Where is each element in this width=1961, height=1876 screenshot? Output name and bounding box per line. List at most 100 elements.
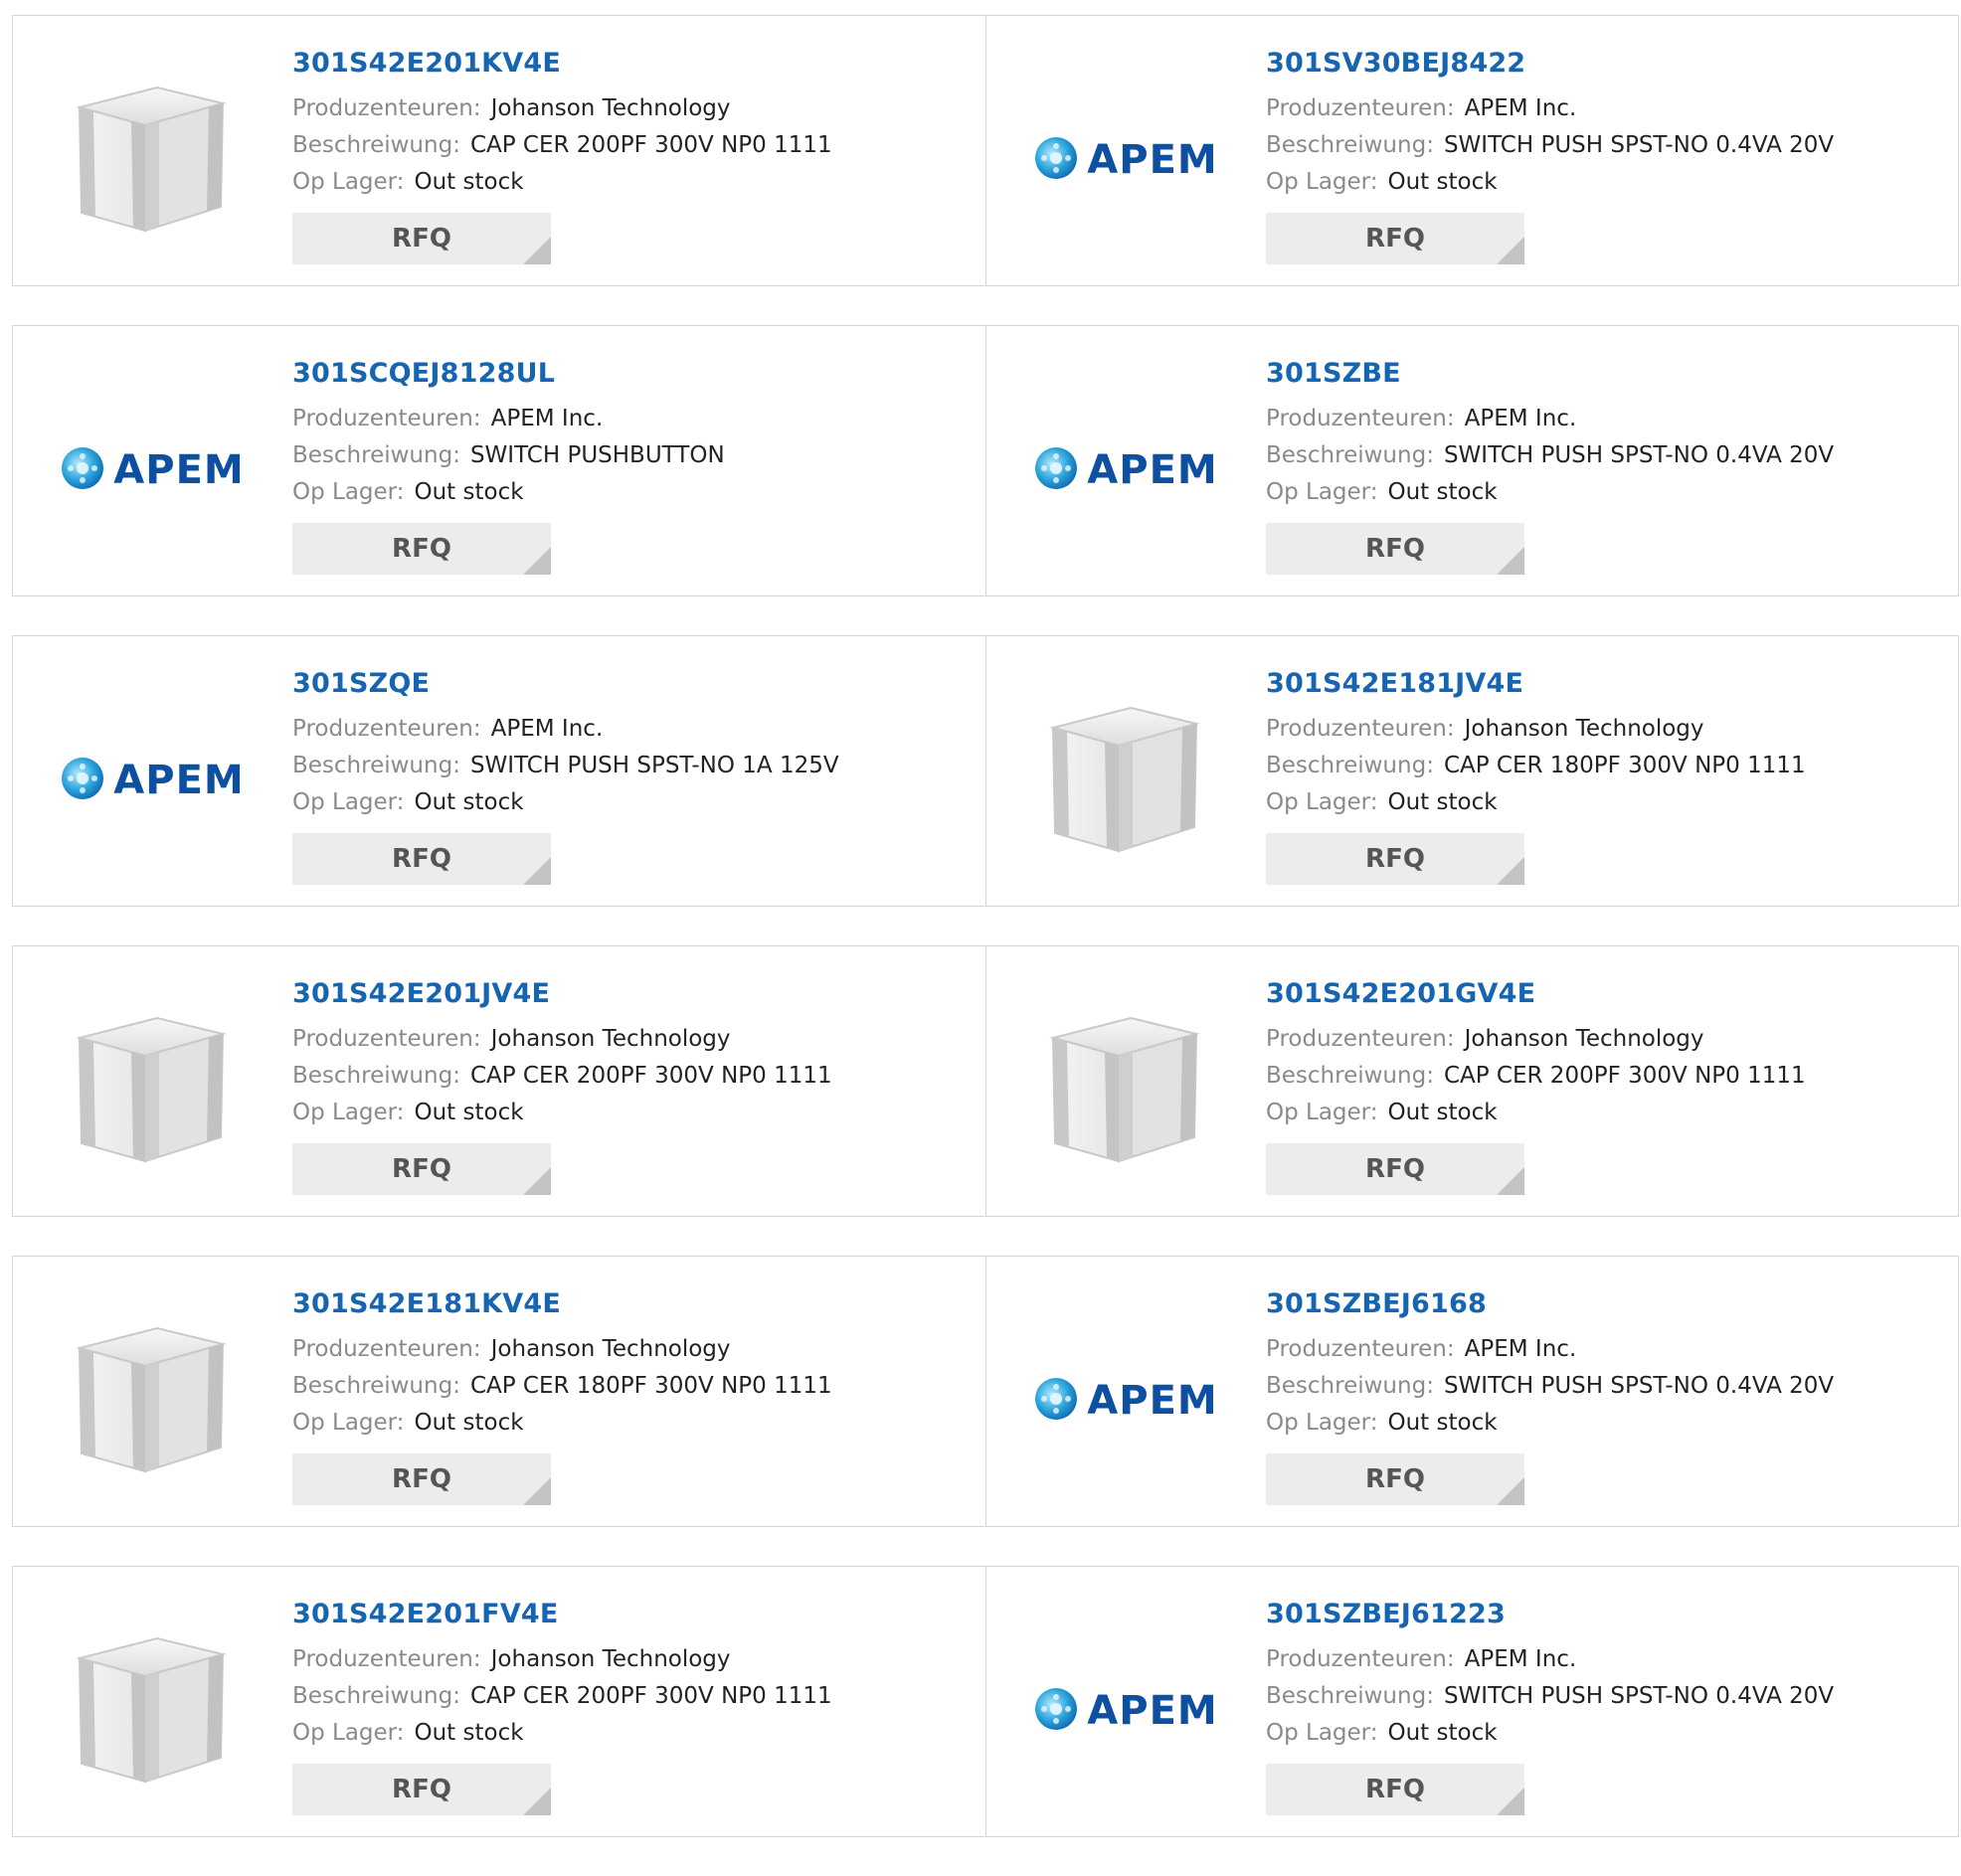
product-thumbnail[interactable]: APEM bbox=[1026, 371, 1225, 570]
stock-line: Op Lager: Out stock bbox=[292, 1095, 976, 1131]
description-label: Beschreiwung: bbox=[292, 1063, 460, 1089]
product-thumbnail[interactable]: APEM bbox=[53, 681, 252, 880]
rfq-button[interactable]: RFQ bbox=[292, 1764, 551, 1815]
corner-triangle-icon bbox=[1497, 237, 1524, 264]
part-number-link[interactable]: 301SCQEJ8128UL bbox=[292, 358, 976, 390]
product-thumbnail[interactable] bbox=[53, 1612, 252, 1810]
product-card: 301S42E201GV4E Produzenteuren: Johanson T… bbox=[985, 946, 1958, 1216]
stock-label: Op Lager: bbox=[1266, 789, 1378, 815]
rfq-button[interactable]: RFQ bbox=[292, 523, 551, 575]
manufacturer-line: Produzenteuren: APEM Inc. bbox=[1266, 1641, 1948, 1678]
rfq-button[interactable]: RFQ bbox=[292, 833, 551, 885]
description-label: Beschreiwung: bbox=[1266, 442, 1434, 468]
apem-logo-text: APEM bbox=[113, 447, 245, 493]
description-label: Beschreiwung: bbox=[292, 1373, 460, 1399]
product-thumbnail[interactable]: APEM bbox=[1026, 1612, 1225, 1810]
description-label: Beschreiwung: bbox=[1266, 1683, 1434, 1709]
rfq-button[interactable]: RFQ bbox=[292, 1453, 551, 1505]
manufacturer-value: APEM Inc. bbox=[490, 406, 604, 431]
apem-logo: APEM bbox=[60, 756, 244, 805]
manufacturer-value: Johanson Technology bbox=[1464, 1026, 1704, 1052]
stock-value: Out stock bbox=[1387, 169, 1498, 195]
product-card: 301S42E201KV4E Produzenteuren: Johanson T… bbox=[13, 16, 985, 285]
part-number-link[interactable]: 301SV30BEJ8422 bbox=[1266, 48, 1948, 80]
rfq-button[interactable]: RFQ bbox=[1266, 833, 1524, 885]
globe-icon bbox=[1033, 1376, 1079, 1426]
product-row: 301S42E201FV4E Produzenteuren: Johanson T… bbox=[12, 1566, 1959, 1837]
rfq-label: RFQ bbox=[392, 224, 451, 254]
description-line: Beschreiwung: SWITCH PUSH SPST-NO 0.4VA 2… bbox=[1266, 1678, 1948, 1715]
rfq-button[interactable]: RFQ bbox=[1266, 213, 1524, 264]
rfq-button[interactable]: RFQ bbox=[1266, 1764, 1524, 1815]
description-value: SWITCH PUSH SPST-NO 0.4VA 20V bbox=[1443, 132, 1835, 158]
rfq-button[interactable]: RFQ bbox=[1266, 523, 1524, 575]
apem-globe-svg bbox=[1035, 137, 1078, 179]
product-thumbnail[interactable]: APEM bbox=[53, 371, 252, 570]
manufacturer-value: APEM Inc. bbox=[1464, 95, 1577, 121]
manufacturer-line: Produzenteuren: Johanson Technology bbox=[1266, 1021, 1948, 1058]
description-line: Beschreiwung: SWITCH PUSH SPST-NO 0.4VA 2… bbox=[1266, 437, 1948, 474]
part-number-link[interactable]: 301S42E201JV4E bbox=[292, 978, 976, 1010]
product-row: 301S42E201KV4E Produzenteuren: Johanson T… bbox=[12, 15, 1959, 286]
product-row: 301S42E181KV4E Produzenteuren: Johanson T… bbox=[12, 1256, 1959, 1527]
description-label: Beschreiwung: bbox=[292, 753, 460, 778]
manufacturer-label: Produzenteuren: bbox=[292, 716, 481, 742]
manufacturer-value: APEM Inc. bbox=[1464, 406, 1577, 431]
stock-value: Out stock bbox=[414, 789, 524, 815]
manufacturer-label: Produzenteuren: bbox=[292, 1336, 481, 1362]
apem-logo: APEM bbox=[1033, 1686, 1217, 1736]
part-number-link[interactable]: 301S42E181JV4E bbox=[1266, 668, 1948, 700]
apem-globe-svg bbox=[1035, 1378, 1078, 1420]
stock-line: Op Lager: Out stock bbox=[1266, 1095, 1948, 1131]
description-line: Beschreiwung: CAP CER 200PF 300V NP0 1111 bbox=[292, 1678, 976, 1715]
rfq-button[interactable]: RFQ bbox=[292, 213, 551, 264]
capacitor-svg bbox=[76, 85, 227, 233]
manufacturer-line: Produzenteuren: APEM Inc. bbox=[1266, 1331, 1948, 1368]
product-card: 301S42E181JV4E Produzenteuren: Johanson T… bbox=[985, 636, 1958, 906]
rfq-button[interactable]: RFQ bbox=[1266, 1143, 1524, 1195]
rfq-label: RFQ bbox=[1365, 844, 1425, 874]
product-thumbnail[interactable] bbox=[53, 1301, 252, 1500]
product-info: 301S42E201JV4E Produzenteuren: Johanson T… bbox=[292, 978, 976, 1195]
part-number-link[interactable]: 301S42E181KV4E bbox=[292, 1288, 976, 1320]
description-label: Beschreiwung: bbox=[292, 442, 460, 468]
rfq-label: RFQ bbox=[1365, 534, 1425, 564]
product-thumbnail[interactable]: APEM bbox=[1026, 61, 1225, 259]
part-number-link[interactable]: 301S42E201GV4E bbox=[1266, 978, 1948, 1010]
rfq-label: RFQ bbox=[1365, 1464, 1425, 1494]
part-number-link[interactable]: 301S42E201FV4E bbox=[292, 1599, 976, 1630]
rfq-label: RFQ bbox=[1365, 1775, 1425, 1804]
product-thumbnail[interactable] bbox=[53, 991, 252, 1190]
product-info: 301SZBEJ6168 Produzenteuren: APEM Inc. Be… bbox=[1266, 1288, 1948, 1505]
rfq-label: RFQ bbox=[1365, 1154, 1425, 1184]
description-label: Beschreiwung: bbox=[1266, 1373, 1434, 1399]
capacitor-svg bbox=[76, 1016, 227, 1163]
product-thumbnail[interactable] bbox=[1026, 991, 1225, 1190]
part-number-link[interactable]: 301SZBEJ6168 bbox=[1266, 1288, 1948, 1320]
manufacturer-line: Produzenteuren: Johanson Technology bbox=[292, 90, 976, 127]
part-number-link[interactable]: 301SZQE bbox=[292, 668, 976, 700]
product-info: 301S42E201KV4E Produzenteuren: Johanson T… bbox=[292, 48, 976, 264]
product-thumbnail[interactable] bbox=[53, 61, 252, 259]
description-line: Beschreiwung: SWITCH PUSHBUTTON bbox=[292, 437, 976, 474]
manufacturer-line: Produzenteuren: APEM Inc. bbox=[292, 711, 976, 748]
part-number-link[interactable]: 301SZBE bbox=[1266, 358, 1948, 390]
description-line: Beschreiwung: CAP CER 180PF 300V NP0 1111 bbox=[292, 1368, 976, 1405]
part-number-link[interactable]: 301SZBEJ61223 bbox=[1266, 1599, 1948, 1630]
product-card: APEM 301SZBEJ6168 Produzenteuren: APEM In… bbox=[985, 1257, 1958, 1526]
apem-globe-svg bbox=[62, 447, 104, 489]
description-value: CAP CER 180PF 300V NP0 1111 bbox=[469, 1373, 832, 1399]
rfq-button[interactable]: RFQ bbox=[1266, 1453, 1524, 1505]
product-card: APEM 301SV30BEJ8422 Produzenteuren: APEM … bbox=[985, 16, 1958, 285]
product-thumbnail[interactable] bbox=[1026, 681, 1225, 880]
product-thumbnail[interactable]: APEM bbox=[1026, 1301, 1225, 1500]
stock-line: Op Lager: Out stock bbox=[292, 784, 976, 821]
manufacturer-value: Johanson Technology bbox=[490, 1646, 731, 1672]
rfq-button[interactable]: RFQ bbox=[292, 1143, 551, 1195]
capacitor-image bbox=[68, 1624, 237, 1797]
manufacturer-value: Johanson Technology bbox=[490, 1026, 731, 1052]
capacitor-svg bbox=[1049, 706, 1200, 853]
part-number-link[interactable]: 301S42E201KV4E bbox=[292, 48, 976, 80]
description-line: Beschreiwung: CAP CER 200PF 300V NP0 1111 bbox=[1266, 1058, 1948, 1095]
product-row: 301S42E201JV4E Produzenteuren: Johanson T… bbox=[12, 945, 1959, 1217]
